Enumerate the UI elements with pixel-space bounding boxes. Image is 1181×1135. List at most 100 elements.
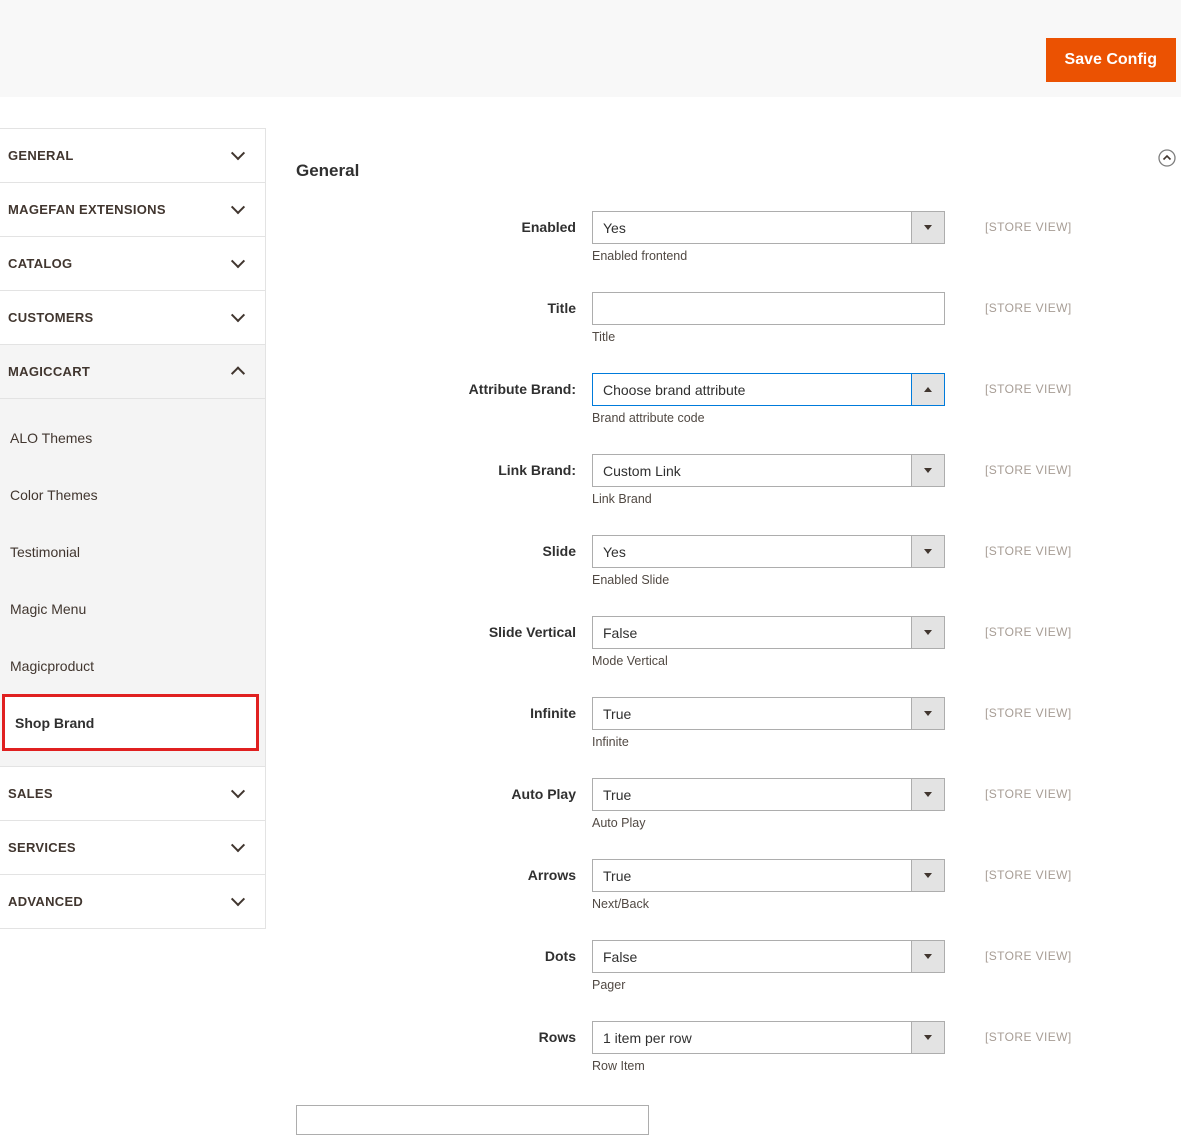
field-select[interactable]: True: [592, 859, 945, 892]
sidebar-section-sales[interactable]: SALES: [0, 767, 265, 821]
save-config-button[interactable]: Save Config: [1045, 38, 1176, 82]
triangle-icon: [924, 873, 932, 878]
field-row-auto-play: Auto Play True Auto Play [STORE VIEW]: [296, 778, 1072, 831]
partial-next-field[interactable]: [296, 1105, 649, 1135]
field-helper-text: Enabled Slide: [592, 573, 670, 587]
select-arrow-button[interactable]: [911, 212, 944, 243]
field-select-value: True: [603, 867, 632, 884]
field-helper-text: Pager: [592, 978, 626, 992]
field-label: Slide Vertical: [488, 624, 576, 640]
field-row-rows: Rows 1 item per row Row Item [STORE VIEW…: [296, 1021, 1072, 1074]
sidebar-subitem-alo-themes[interactable]: ALO Themes: [0, 409, 265, 466]
sidebar-subitem-magic-menu[interactable]: Magic Menu: [0, 580, 265, 637]
field-select[interactable]: Yes: [592, 535, 945, 568]
sidebar-subitem-color-themes[interactable]: Color Themes: [0, 466, 265, 523]
select-arrow-button[interactable]: [911, 698, 944, 729]
sidebar-section-catalog[interactable]: CATALOG: [0, 237, 265, 291]
field-select-value: True: [603, 705, 632, 722]
triangle-icon: [924, 1035, 932, 1040]
field-row-attribute-brand: Attribute Brand: Choose brand attribute …: [296, 373, 1072, 426]
field-select[interactable]: Choose brand attribute: [592, 373, 945, 406]
field-row-link-brand: Link Brand: Custom Link Link Brand [STOR…: [296, 454, 1072, 507]
config-fields: Enabled Yes Enabled frontend [STORE VIEW…: [296, 211, 1072, 1102]
sidebar-subitem-label: Testimonial: [10, 543, 81, 560]
field-select-value: Yes: [603, 219, 626, 236]
field-label: Link Brand:: [498, 462, 576, 478]
select-arrow-button[interactable]: [911, 455, 944, 486]
sidebar-section-label: MAGICCART: [8, 364, 91, 379]
field-helper-text: Next/Back: [592, 897, 649, 911]
sidebar-section-magiccart[interactable]: MAGICCART: [0, 345, 265, 399]
field-scope-label: [STORE VIEW]: [985, 868, 1072, 882]
field-scope-label: [STORE VIEW]: [985, 301, 1072, 315]
sidebar-subitem-testimonial[interactable]: Testimonial: [0, 523, 265, 580]
page-header: Save Config: [0, 0, 1181, 97]
sidebar-subitem-label: Magicproduct: [10, 657, 95, 674]
field-select[interactable]: Custom Link: [592, 454, 945, 487]
sidebar-section-services[interactable]: SERVICES: [0, 821, 265, 875]
field-row-title: Title Title [STORE VIEW]: [296, 292, 1072, 345]
triangle-icon: [924, 225, 932, 230]
magiccart-subitems: ALO Themes Color Themes Testimonial Magi…: [0, 399, 265, 767]
select-arrow-button[interactable]: [911, 860, 944, 891]
select-arrow-button[interactable]: [911, 536, 944, 567]
field-label: Title: [547, 300, 576, 316]
field-select[interactable]: True: [592, 778, 945, 811]
field-control: False Pager: [592, 940, 945, 993]
sidebar-section-label: MAGEFAN EXTENSIONS: [8, 202, 166, 217]
field-select[interactable]: 1 item per row: [592, 1021, 945, 1054]
field-scope-label: [STORE VIEW]: [985, 625, 1072, 639]
sidebar-section-label: CUSTOMERS: [8, 310, 94, 325]
sidebar-section-customers[interactable]: CUSTOMERS: [0, 291, 265, 345]
field-label: Arrows: [527, 867, 576, 883]
field-control: True Infinite: [592, 697, 945, 750]
select-arrow-button[interactable]: [911, 374, 944, 405]
sidebar-section-label: SERVICES: [8, 840, 76, 855]
chevron-icon: [230, 837, 246, 852]
field-helper-text: Enabled frontend: [592, 249, 688, 263]
field-select[interactable]: False: [592, 940, 945, 973]
field-helper-text: Brand attribute code: [592, 411, 705, 425]
chevron-icon: [230, 199, 246, 214]
config-sidebar: GENERAL MAGEFAN EXTENSIONS CATALOG CUSTO…: [0, 128, 266, 929]
chevron-icon: [230, 253, 246, 268]
field-select[interactable]: False: [592, 616, 945, 649]
field-label: Dots: [544, 948, 576, 964]
field-scope-label: [STORE VIEW]: [985, 706, 1072, 720]
chevron-icon: [230, 145, 246, 160]
field-select[interactable]: True: [592, 697, 945, 730]
field-label: Slide: [542, 543, 576, 559]
sidebar-section-general[interactable]: GENERAL: [0, 129, 265, 183]
field-select-value: Custom Link: [603, 462, 681, 479]
select-arrow-button[interactable]: [911, 617, 944, 648]
sidebar-section-advanced[interactable]: ADVANCED: [0, 875, 265, 929]
select-arrow-button[interactable]: [911, 1022, 944, 1053]
field-scope-label: [STORE VIEW]: [985, 949, 1072, 963]
field-row-slide: Slide Yes Enabled Slide [STORE VIEW]: [296, 535, 1072, 588]
sidebar-subitem-shop-brand[interactable]: Shop Brand: [2, 694, 259, 751]
field-scope-label: [STORE VIEW]: [985, 382, 1072, 396]
field-label: Rows: [538, 1029, 576, 1045]
sidebar-section-magefan-extensions[interactable]: MAGEFAN EXTENSIONS: [0, 183, 265, 237]
field-control: Yes Enabled frontend: [592, 211, 945, 264]
select-arrow-button[interactable]: [911, 941, 944, 972]
field-row-infinite: Infinite True Infinite [STORE VIEW]: [296, 697, 1072, 750]
sidebar-section-label: CATALOG: [8, 256, 73, 271]
field-helper-text: Auto Play: [592, 816, 646, 830]
triangle-icon: [924, 468, 932, 473]
chevron-icon: [230, 783, 246, 798]
chevron-icon: [230, 307, 246, 322]
select-arrow-button[interactable]: [911, 779, 944, 810]
field-text-input[interactable]: [592, 292, 945, 325]
sidebar-subitem-magicproduct[interactable]: Magicproduct: [0, 637, 265, 694]
field-select-value: Choose brand attribute: [603, 381, 746, 398]
field-select[interactable]: Yes: [592, 211, 945, 244]
field-scope-label: [STORE VIEW]: [985, 463, 1072, 477]
field-select-value: False: [603, 948, 638, 965]
field-helper-text: Infinite: [592, 735, 629, 749]
field-control: Title: [592, 292, 945, 345]
sidebar-subitem-label: Color Themes: [10, 486, 98, 503]
collapse-section-button[interactable]: [1157, 149, 1177, 169]
chevron-icon: [230, 891, 246, 906]
field-select-value: 1 item per row: [603, 1029, 692, 1046]
